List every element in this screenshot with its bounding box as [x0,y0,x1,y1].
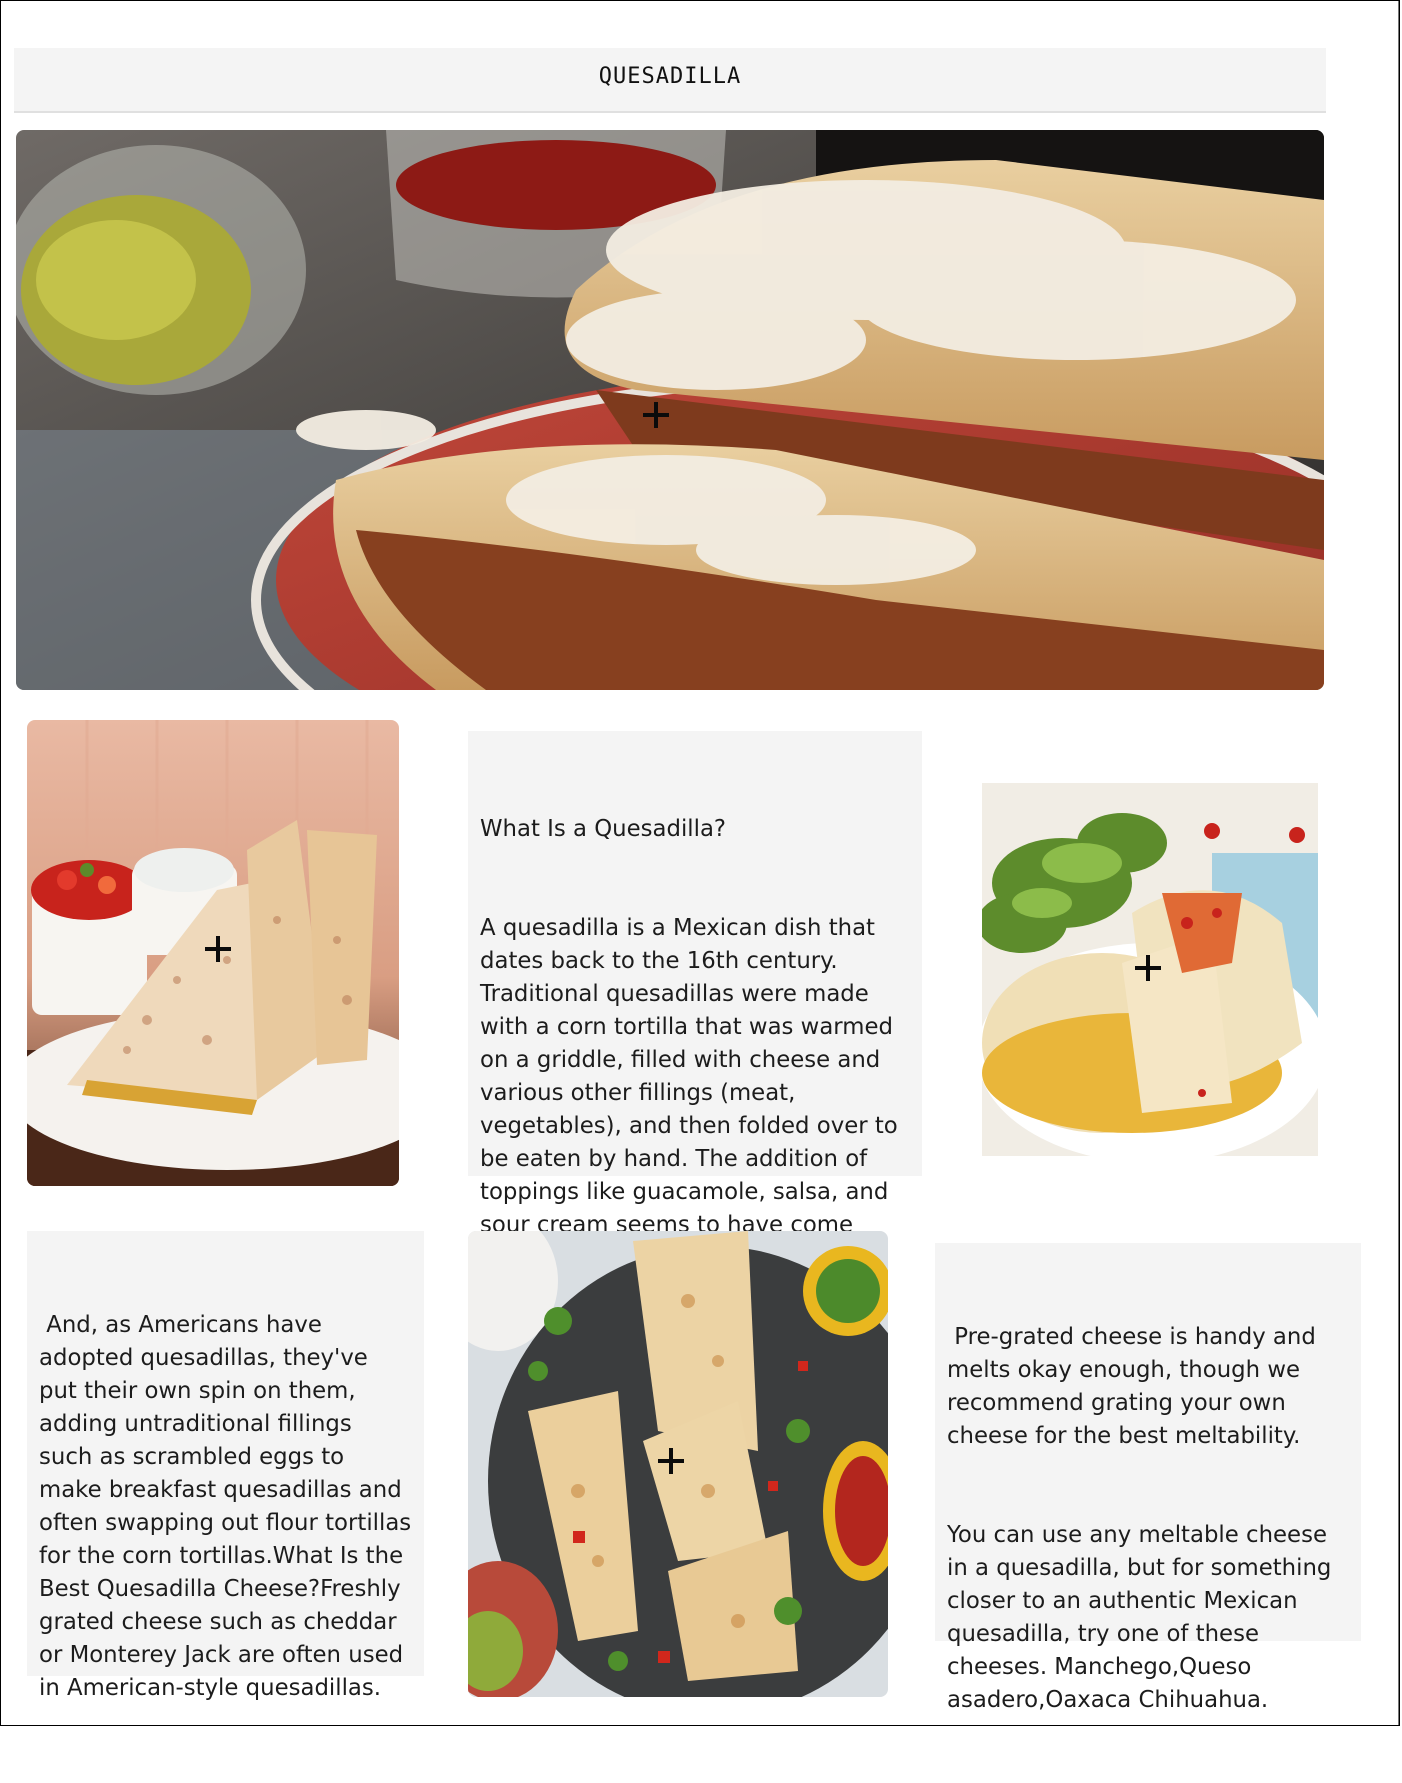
gallery-photo-1[interactable] [27,720,399,1186]
hero-photo[interactable] [16,130,1324,690]
cheese-card: Pre-grated cheese is handy and melts oka… [935,1243,1361,1713]
crosshair-marker [643,402,669,428]
intro-heading: What Is a Quesadilla? [480,816,727,842]
intro-card: What Is a Quesadilla? A quesadilla is a … [468,731,922,1271]
cheese-line-2: You can use any meltable cheese in a que… [947,1522,1339,1713]
title-bar: QUESADILLA [14,48,1326,113]
crosshair-marker [658,1448,684,1474]
intro-body: A quesadilla is a Mexican dish that date… [480,915,898,1271]
crosshair-marker [205,936,231,962]
crosshair-marker [1135,955,1161,981]
gallery-photo-3[interactable] [468,1231,888,1697]
americans-body: And, as Americans have adopted quesadill… [39,1312,419,1701]
cheese-line-1: Pre-grated cheese is handy and melts oka… [947,1324,1324,1449]
americans-card: And, as Americans have adopted quesadill… [27,1231,424,1701]
gallery-photo-2[interactable] [982,783,1318,1156]
page-frame: QUESADILLA What Is a Quesadilla? A quesa… [0,0,1400,1726]
hero-photo-graphic [16,130,1324,690]
page-title: QUESADILLA [598,64,742,89]
